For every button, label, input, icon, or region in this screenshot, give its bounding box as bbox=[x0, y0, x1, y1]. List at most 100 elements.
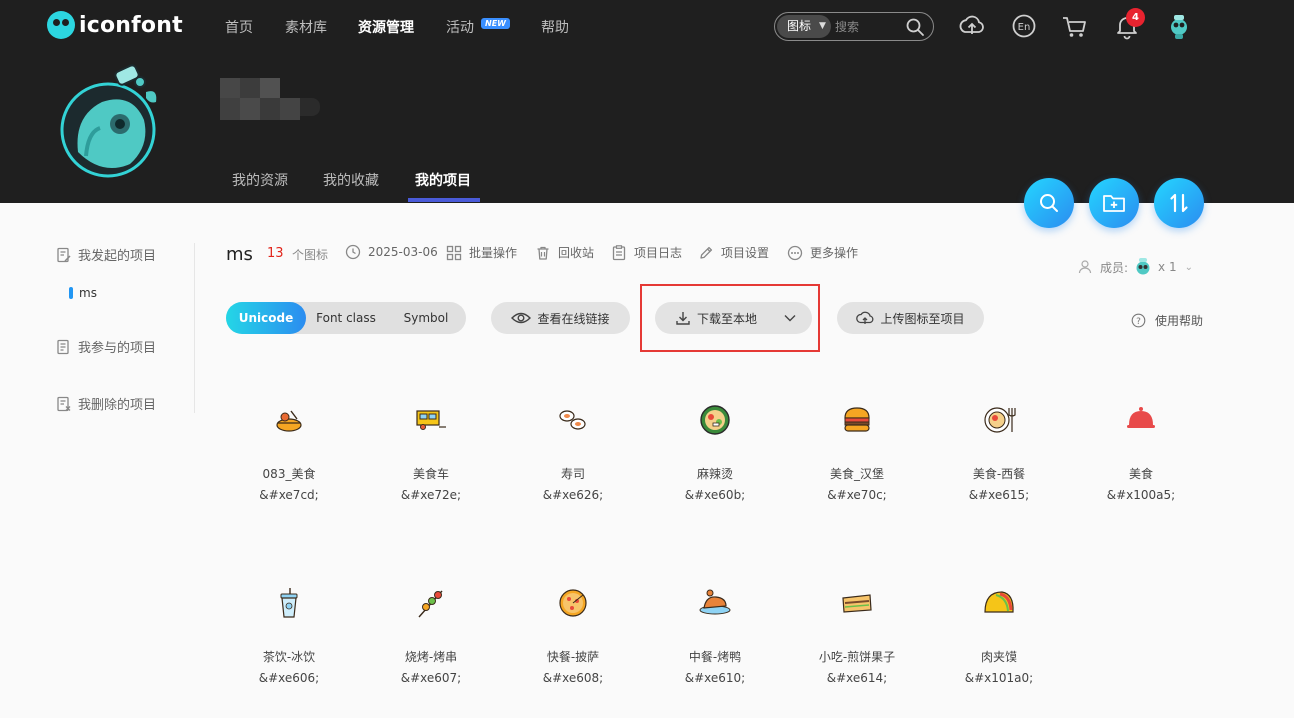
mode-font-class-button[interactable]: Font class bbox=[306, 302, 386, 334]
members-count: x 1 bbox=[1158, 260, 1177, 274]
icon-count: 13 bbox=[267, 246, 284, 261]
upload-to-project-label: 上传图标至项目 bbox=[880, 311, 965, 326]
nav-activity[interactable]: 活动 bbox=[446, 17, 474, 37]
mode-symbol-button[interactable]: Symbol bbox=[386, 302, 466, 334]
folder-add-icon bbox=[1103, 195, 1125, 212]
search-input[interactable] bbox=[835, 15, 901, 38]
highlight-annotation bbox=[640, 284, 820, 352]
question-icon: ? bbox=[1131, 313, 1146, 328]
logo-icon bbox=[47, 11, 75, 39]
nav-help[interactable]: 帮助 bbox=[541, 17, 569, 37]
upload-to-project-button[interactable]: 上传图标至项目 bbox=[837, 302, 984, 334]
chevron-down-icon: ▼ bbox=[819, 21, 826, 31]
icon-card[interactable]: 美食_汉堡 &#xe70c; bbox=[786, 403, 928, 502]
search-fab[interactable] bbox=[1024, 178, 1074, 228]
display-mode-toggle: Unicode Font class Symbol bbox=[226, 302, 466, 334]
tab-my-projects[interactable]: 我的项目 bbox=[415, 170, 471, 190]
icon-card[interactable]: 肉夹馍 &#x101a0; bbox=[928, 586, 1070, 685]
search-type-select[interactable]: 图标 ▼ bbox=[777, 15, 831, 38]
icon-card[interactable]: 小吃-煎饼果子 &#xe614; bbox=[786, 586, 928, 685]
members-dropdown[interactable]: 成员: x 1 ⌄ bbox=[1078, 256, 1193, 278]
view-online-link-button[interactable]: 查看在线链接 bbox=[491, 302, 630, 334]
profile-avatar bbox=[60, 64, 157, 178]
icon-card[interactable]: 麻辣烫 &#xe60b; bbox=[644, 403, 786, 502]
document-list-icon bbox=[57, 339, 69, 354]
nav-library[interactable]: 素材库 bbox=[285, 17, 327, 37]
usage-help-link[interactable]: ? 使用帮助 bbox=[1131, 312, 1203, 329]
icon-card[interactable]: 寿司 &#xe626; bbox=[502, 403, 644, 502]
sidebar-divider bbox=[194, 243, 195, 413]
tab-my-favorites[interactable]: 我的收藏 bbox=[323, 170, 379, 190]
icon-code: &#xe70c; bbox=[827, 488, 887, 502]
project-log-label: 项目日志 bbox=[634, 246, 683, 260]
sidebar-item-joined-projects[interactable]: 我参与的项目 bbox=[56, 337, 156, 356]
new-badge: NEW bbox=[481, 18, 510, 29]
active-tab-indicator bbox=[408, 198, 480, 202]
user-icon bbox=[1078, 260, 1092, 274]
icon-code: &#xe626; bbox=[542, 488, 604, 502]
project-settings-label: 项目设置 bbox=[721, 246, 770, 260]
cart-icon[interactable] bbox=[1061, 12, 1089, 40]
icon-name: 小吃-煎饼果子 bbox=[818, 650, 896, 664]
sidebar-item-label: 我删除的项目 bbox=[78, 398, 157, 413]
search-icon bbox=[1040, 194, 1058, 212]
recycle-bin-button[interactable]: 回收站 bbox=[535, 244, 594, 261]
mode-unicode-button[interactable]: Unicode bbox=[226, 302, 306, 334]
svg-text:?: ? bbox=[1136, 317, 1141, 327]
icon-card[interactable]: 美食车 &#xe72e; bbox=[360, 403, 502, 502]
search-type-label: 图标 bbox=[787, 19, 812, 33]
nav-home[interactable]: 首页 bbox=[225, 17, 253, 37]
icon-card[interactable]: 中餐-烤鸭 &#xe610; bbox=[644, 586, 786, 685]
icon-name: 寿司 bbox=[560, 467, 585, 481]
icon-name: 美食 bbox=[1128, 467, 1153, 481]
roast-duck-icon bbox=[699, 589, 731, 615]
pancake-roll-icon bbox=[842, 594, 872, 613]
sidebar-item-label: 我参与的项目 bbox=[78, 341, 157, 356]
project-settings-button[interactable]: 项目设置 bbox=[698, 244, 769, 261]
icon-card[interactable]: 083_美食 &#xe7cd; bbox=[218, 403, 360, 502]
sort-icon bbox=[1170, 193, 1188, 213]
tab-my-resources[interactable]: 我的资源 bbox=[232, 170, 288, 190]
more-icon bbox=[787, 245, 803, 260]
icon-code: &#x100a5; bbox=[1106, 488, 1176, 502]
user-name-redacted bbox=[220, 78, 320, 120]
western-food-icon bbox=[984, 407, 1016, 433]
sushi-icon bbox=[559, 410, 586, 430]
sort-fab[interactable] bbox=[1154, 178, 1204, 228]
icon-card[interactable]: 茶饮-冰饮 &#xe606; bbox=[218, 586, 360, 685]
icon-code: &#xe60b; bbox=[684, 488, 746, 502]
icon-code: &#x101a0; bbox=[964, 671, 1034, 685]
icon-code: &#xe608; bbox=[542, 671, 604, 685]
search-icon[interactable] bbox=[905, 17, 925, 37]
project-sidebar bbox=[0, 203, 195, 418]
batch-operation-button[interactable]: 批量操作 bbox=[446, 244, 517, 261]
more-actions-button[interactable]: 更多操作 bbox=[787, 244, 858, 261]
sidebar-item-project-ms[interactable]: ms bbox=[69, 286, 97, 300]
icon-name: 美食-西餐 bbox=[972, 467, 1026, 481]
profile-header: iconfont 首页 素材库 资源管理 活动 NEW 帮助 图标 ▼ En bbox=[0, 0, 1294, 203]
cloche-icon bbox=[1127, 407, 1155, 428]
icon-card[interactable]: 快餐-披萨 &#xe608; bbox=[502, 586, 644, 685]
icon-name: 美食车 bbox=[412, 467, 449, 481]
sidebar-item-deleted-projects[interactable]: 我删除的项目 bbox=[56, 394, 156, 413]
logo-text: iconfont bbox=[79, 12, 183, 38]
user-avatar-icon[interactable] bbox=[1166, 12, 1192, 40]
project-title: ms bbox=[226, 244, 253, 265]
project-log-button[interactable]: 项目日志 bbox=[611, 244, 682, 261]
members-label: 成员: bbox=[1100, 260, 1129, 275]
language-en-icon[interactable]: En bbox=[1010, 12, 1038, 40]
upload-cloud-icon[interactable] bbox=[958, 12, 986, 40]
nav-resource-management[interactable]: 资源管理 bbox=[358, 17, 414, 37]
iced-drink-icon bbox=[280, 588, 298, 618]
eye-icon bbox=[511, 312, 532, 324]
more-actions-label: 更多操作 bbox=[810, 246, 859, 260]
logo[interactable]: iconfont bbox=[47, 11, 183, 39]
icon-card[interactable]: 美食 &#x100a5; bbox=[1070, 403, 1212, 502]
food-bowl-icon bbox=[276, 410, 302, 432]
sidebar-item-created-projects[interactable]: 我发起的项目 bbox=[56, 245, 156, 264]
icon-card[interactable]: 美食-西餐 &#xe615; bbox=[928, 403, 1070, 502]
icon-card[interactable]: 烧烤-烤串 &#xe607; bbox=[360, 586, 502, 685]
icon-name: 麻辣烫 bbox=[696, 467, 733, 481]
new-folder-fab[interactable] bbox=[1089, 178, 1139, 228]
document-delete-icon bbox=[57, 396, 71, 411]
